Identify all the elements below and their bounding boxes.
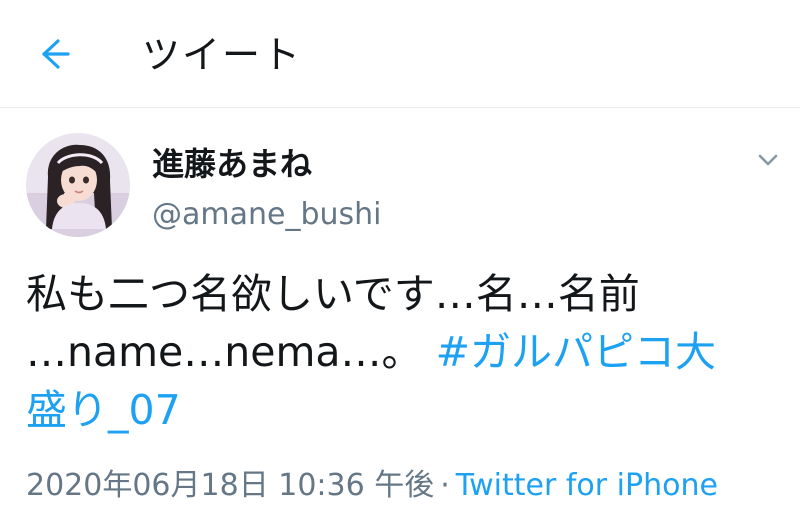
tweet-text-line-3: 盛り_07: [26, 381, 786, 439]
tweet-source-link[interactable]: Twitter for iPhone: [456, 468, 718, 503]
tweet-timestamp: 2020年06月18日 10:36 午後: [26, 468, 435, 503]
more-options-button[interactable]: [748, 146, 788, 176]
tweet-text-line-1: 私も二つ名欲しいです…名…名前: [26, 270, 640, 318]
chevron-down-icon: [758, 154, 778, 166]
top-bar: ツイート: [0, 0, 800, 108]
tweet-text: 私も二つ名欲しいです…名…名前 …name…nema…。 #ガルパピコ大 盛り_…: [26, 265, 786, 439]
back-button[interactable]: [28, 30, 76, 78]
tweet-text-line-2: …name…nema…。 #ガルパピコ大: [26, 323, 786, 381]
page-title: ツイート: [142, 33, 303, 77]
avatar[interactable]: [26, 133, 130, 237]
display-name[interactable]: 進藤あまね: [152, 144, 312, 184]
hashtag-link-part-2[interactable]: 盛り_07: [26, 386, 181, 434]
user-handle[interactable]: @amane_bushi: [152, 196, 382, 234]
meta-separator: ·: [440, 468, 450, 503]
tweet-meta: 2020年06月18日 10:36 午後 · Twitter for iPhone: [26, 466, 718, 506]
arrow-left-icon: [42, 39, 70, 69]
avatar-photo: [26, 133, 130, 237]
hashtag-link-part-1[interactable]: #ガルパピコ大: [436, 328, 716, 376]
tweet-text-plain: …name…nema…。: [26, 328, 436, 376]
